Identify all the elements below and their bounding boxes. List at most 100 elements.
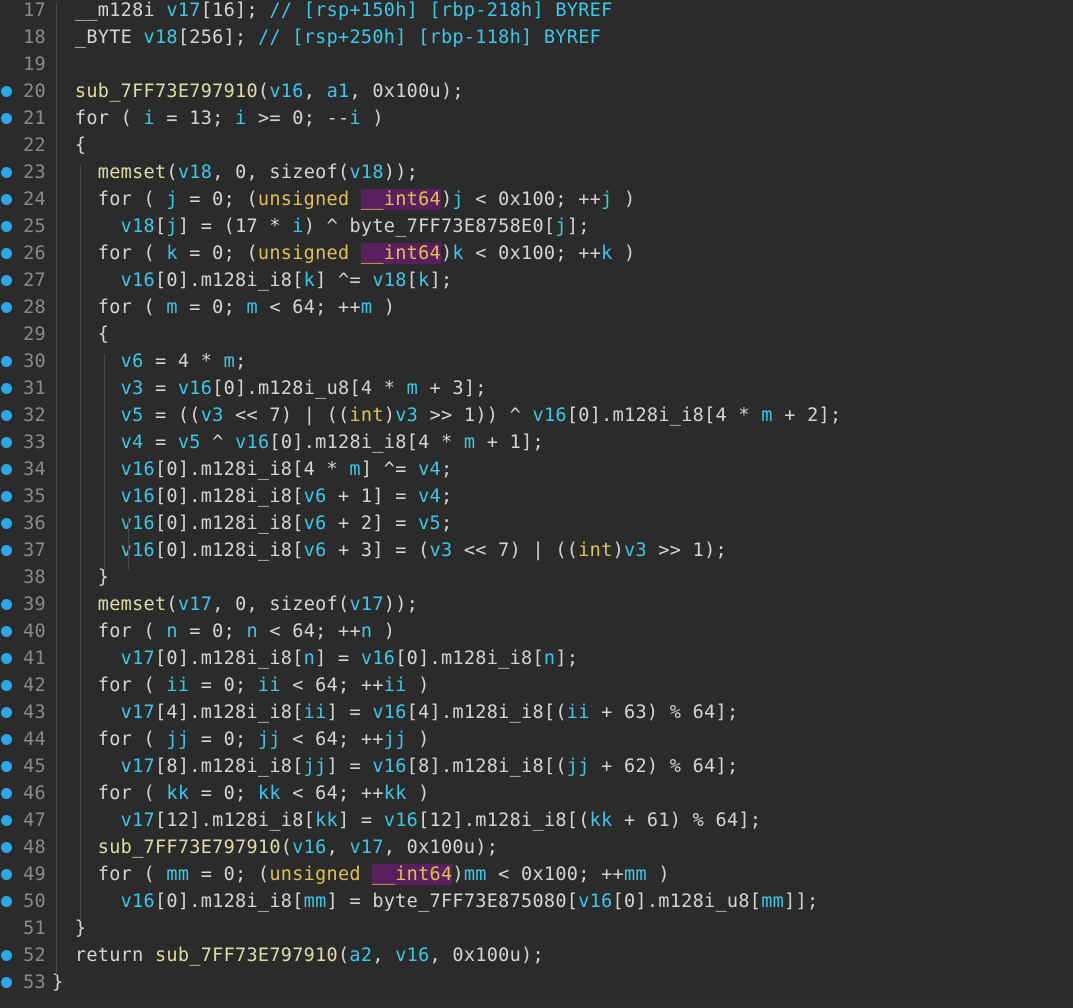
- code-token[interactable]: sub_7FF73E797910: [155, 945, 338, 966]
- code-token[interactable]: v16: [121, 540, 155, 561]
- code-text[interactable]: v6 = 4 * m;: [52, 348, 247, 375]
- code-text[interactable]: v5 = ((v3 << 7) | ((int)v3 >> 1)) ^ v16[…: [52, 402, 841, 429]
- code-line[interactable]: 27 v16[0].m128i_i8[k] ^= v18[k];: [0, 267, 1073, 294]
- code-token[interactable]: m: [361, 297, 372, 318]
- code-token[interactable]: memset: [98, 594, 167, 615]
- code-token[interactable]: v16: [578, 891, 612, 912]
- code-token[interactable]: k: [304, 270, 315, 291]
- code-token[interactable]: v16: [384, 810, 418, 831]
- code-text[interactable]: for ( ii = 0; ii < 64; ++ii ): [52, 672, 430, 699]
- code-token[interactable]: v17: [121, 810, 155, 831]
- code-token[interactable]: v17: [121, 648, 155, 669]
- code-token[interactable]: v16: [121, 891, 155, 912]
- code-token[interactable]: i: [144, 108, 155, 129]
- code-line[interactable]: 33 v4 = v5 ^ v16[0].m128i_i8[4 * m + 1];: [0, 429, 1073, 456]
- breakpoint-marker-icon[interactable]: [1, 167, 12, 178]
- code-token[interactable]: n: [544, 648, 555, 669]
- breakpoint-marker-icon[interactable]: [1, 248, 12, 259]
- breakpoint-marker-icon[interactable]: [1, 869, 12, 880]
- code-text[interactable]: v16[0].m128i_i8[v6 + 1] = v4;: [52, 483, 452, 510]
- code-text[interactable]: v3 = v16[0].m128i_u8[4 * m + 3];: [52, 375, 487, 402]
- code-text[interactable]: sub_7FF73E797910(v16, a1, 0x100u);: [52, 78, 464, 105]
- code-token[interactable]: kk: [166, 783, 189, 804]
- code-token[interactable]: v6: [304, 486, 327, 507]
- code-line[interactable]: 44 for ( jj = 0; jj < 64; ++jj ): [0, 726, 1073, 753]
- code-text[interactable]: v16[0].m128i_i8[4 * m] ^= v4;: [52, 456, 452, 483]
- code-text[interactable]: v16[0].m128i_i8[v6 + 2] = v5;: [52, 510, 452, 537]
- code-token[interactable]: n: [304, 648, 315, 669]
- breakpoint-marker-icon[interactable]: [1, 896, 12, 907]
- code-token[interactable]: i: [235, 108, 246, 129]
- code-text[interactable]: for ( jj = 0; jj < 64; ++jj ): [52, 726, 430, 753]
- code-token[interactable]: k: [418, 270, 429, 291]
- code-line[interactable]: 19: [0, 51, 1073, 78]
- code-line[interactable]: 30 v6 = 4 * m;: [0, 348, 1073, 375]
- breakpoint-marker-icon[interactable]: [1, 491, 12, 502]
- code-token[interactable]: kk: [315, 810, 338, 831]
- code-text[interactable]: }: [52, 915, 86, 942]
- code-token[interactable]: v3: [624, 540, 647, 561]
- code-token[interactable]: v17: [121, 756, 155, 777]
- code-token[interactable]: m: [224, 351, 235, 372]
- breakpoint-marker-icon[interactable]: [1, 707, 12, 718]
- code-token[interactable]: mm: [304, 891, 327, 912]
- code-token[interactable]: kk: [258, 783, 281, 804]
- code-text[interactable]: __m128i v17[16]; // [rsp+150h] [rbp-218h…: [52, 0, 613, 24]
- breakpoint-marker-icon[interactable]: [1, 788, 12, 799]
- code-line[interactable]: 34 v16[0].m128i_i8[4 * m] ^= v4;: [0, 456, 1073, 483]
- code-line[interactable]: 32 v5 = ((v3 << 7) | ((int)v3 >> 1)) ^ v…: [0, 402, 1073, 429]
- code-line[interactable]: 38 }: [0, 564, 1073, 591]
- code-token[interactable]: n: [246, 621, 257, 642]
- code-line[interactable]: 53}: [0, 969, 1073, 996]
- code-token[interactable]: a2: [349, 945, 372, 966]
- code-line[interactable]: 50 v16[0].m128i_i8[mm] = byte_7FF73E8750…: [0, 888, 1073, 915]
- code-token[interactable]: v18: [349, 162, 383, 183]
- code-line[interactable]: 52 return sub_7FF73E797910(a2, v16, 0x10…: [0, 942, 1073, 969]
- code-line[interactable]: 28 for ( m = 0; m < 64; ++m ): [0, 294, 1073, 321]
- code-text[interactable]: memset(v18, 0, sizeof(v18));: [52, 159, 418, 186]
- code-line[interactable]: 36 v16[0].m128i_i8[v6 + 2] = v5;: [0, 510, 1073, 537]
- breakpoint-marker-icon[interactable]: [1, 626, 12, 637]
- code-token[interactable]: v16: [121, 486, 155, 507]
- code-line[interactable]: 23 memset(v18, 0, sizeof(v18));: [0, 159, 1073, 186]
- code-token[interactable]: j: [166, 216, 177, 237]
- breakpoint-marker-icon[interactable]: [1, 437, 12, 448]
- breakpoint-marker-icon[interactable]: [1, 518, 12, 529]
- code-text[interactable]: memset(v17, 0, sizeof(v17));: [52, 591, 418, 618]
- code-text[interactable]: for ( m = 0; m < 64; ++m ): [52, 294, 395, 321]
- breakpoint-marker-icon[interactable]: [1, 653, 12, 664]
- code-token[interactable]: j: [166, 189, 177, 210]
- code-token[interactable]: jj: [166, 729, 189, 750]
- code-token[interactable]: m: [761, 405, 772, 426]
- breakpoint-marker-icon[interactable]: [1, 734, 12, 745]
- code-text[interactable]: sub_7FF73E797910(v16, v17, 0x100u);: [52, 834, 498, 861]
- code-text[interactable]: v16[0].m128i_i8[v6 + 3] = (v3 << 7) | ((…: [52, 537, 727, 564]
- code-token[interactable]: jj: [384, 729, 407, 750]
- code-line[interactable]: 25 v18[j] = (17 * i) ^ byte_7FF73E8758E0…: [0, 213, 1073, 240]
- breakpoint-marker-icon[interactable]: [1, 977, 12, 988]
- code-token[interactable]: ii: [258, 675, 281, 696]
- code-text[interactable]: }: [52, 969, 63, 996]
- code-token[interactable]: mm: [464, 864, 487, 885]
- code-token[interactable]: v16: [372, 702, 406, 723]
- pseudocode-editor[interactable]: 17 __m128i v17[16]; // [rsp+150h] [rbp-2…: [0, 0, 1073, 1008]
- breakpoint-marker-icon[interactable]: [1, 221, 12, 232]
- code-token[interactable]: v4: [121, 432, 144, 453]
- code-token[interactable]: v16: [292, 837, 326, 858]
- code-token[interactable]: ii: [384, 675, 407, 696]
- breakpoint-marker-icon[interactable]: [1, 842, 12, 853]
- code-token[interactable]: v16: [235, 432, 269, 453]
- code-token[interactable]: mm: [166, 864, 189, 885]
- code-text[interactable]: v17[8].m128i_i8[jj] = v16[8].m128i_i8[(j…: [52, 753, 738, 780]
- code-text[interactable]: v4 = v5 ^ v16[0].m128i_i8[4 * m + 1];: [52, 429, 544, 456]
- code-line[interactable]: 43 v17[4].m128i_i8[ii] = v16[4].m128i_i8…: [0, 699, 1073, 726]
- code-token[interactable]: ii: [567, 702, 590, 723]
- code-line[interactable]: 49 for ( mm = 0; (unsigned __int64)mm < …: [0, 861, 1073, 888]
- code-token[interactable]: v16: [395, 945, 429, 966]
- code-line[interactable]: 31 v3 = v16[0].m128i_u8[4 * m + 3];: [0, 375, 1073, 402]
- code-line[interactable]: 42 for ( ii = 0; ii < 64; ++ii ): [0, 672, 1073, 699]
- breakpoint-marker-icon[interactable]: [1, 275, 12, 286]
- code-token[interactable]: v18: [178, 162, 212, 183]
- code-line[interactable]: 48 sub_7FF73E797910(v16, v17, 0x100u);: [0, 834, 1073, 861]
- code-line[interactable]: 20 sub_7FF73E797910(v16, a1, 0x100u);: [0, 78, 1073, 105]
